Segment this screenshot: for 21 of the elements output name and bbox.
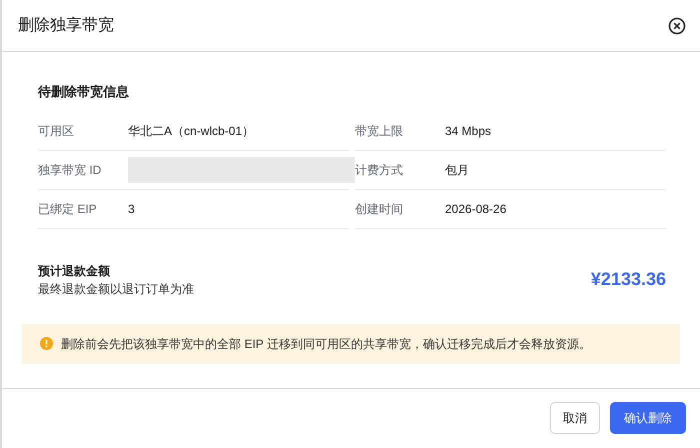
dialog-title: 删除独享带宽 (18, 16, 114, 36)
cancel-button[interactable]: 取消 (550, 402, 600, 434)
field-value: 3 (128, 200, 135, 218)
field-label: 创建时间 (355, 200, 404, 218)
refund-amount: ¥2133.36 (590, 268, 666, 291)
field-value: 2026-08-26 (445, 200, 506, 218)
confirm-delete-button[interactable]: 确认删除 (610, 402, 686, 434)
field-value: 包月 (445, 162, 469, 178)
warning-icon (40, 337, 53, 350)
field-value: 34 Mbps (445, 122, 492, 140)
close-icon[interactable] (668, 16, 686, 34)
section-heading: 待删除带宽信息 (38, 83, 130, 101)
refund-title: 预计退款金额 (38, 262, 111, 280)
refund-note: 最终退款金额以退订订单为准 (38, 280, 194, 298)
field-label: 可用区 (38, 122, 75, 140)
field-label: 已绑定 EIP (38, 200, 98, 218)
field-label: 带宽上限 (355, 122, 404, 140)
field-label: 计费方式 (355, 162, 404, 178)
field-value: 华北二A（cn-wlcb-01） (128, 122, 254, 140)
field-label: 独享带宽 ID (38, 162, 102, 178)
warning-text: 删除前会先把该独享带宽中的全部 EIP 迁移到同可用区的共享带宽，确认迁移完成后才会释放资源。 (61, 336, 591, 352)
